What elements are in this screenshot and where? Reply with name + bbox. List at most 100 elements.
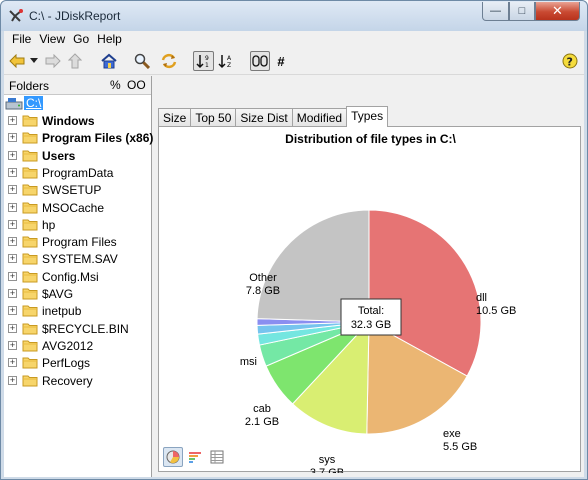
slice-name-label: sys [319,454,336,466]
tree-folder-item[interactable]: + SWSETUP [4,181,151,198]
up-button[interactable] [65,51,85,71]
expand-icon[interactable]: + [8,185,17,195]
back-history-dropdown[interactable] [27,51,41,71]
menu-file[interactable]: File [8,31,35,48]
expand-icon[interactable]: + [8,116,17,125]
tab-top-50[interactable]: Top 50 [190,108,237,127]
tree-folder-item[interactable]: + Recovery [4,372,151,389]
slice-size-label: 3.7 GB [310,467,344,473]
table-view-button[interactable] [207,447,227,467]
folder-icon [22,323,38,335]
close-button[interactable]: ✕ [535,2,580,21]
folder-icon [22,219,38,231]
sort-by-name-toggle[interactable]: AZ [216,51,236,71]
file-count-toggle[interactable]: # [274,51,288,71]
tree-folder-item[interactable]: + hp [4,216,151,233]
refresh-button[interactable] [159,51,179,71]
home-icon [101,53,117,69]
size-units-toggle[interactable] [250,51,270,71]
forward-button[interactable] [43,51,63,71]
search-button[interactable] [132,51,152,71]
forward-arrow-icon [45,54,61,68]
tab-size-dist[interactable]: Size Dist [235,108,293,127]
tree-folder-item[interactable]: + ProgramData [4,164,151,181]
tab-modified[interactable]: Modified [291,108,348,127]
dropdown-arrow-icon [30,58,38,63]
minimize-button[interactable]: — [482,2,509,21]
pie-chart: dll10.5 GB exe5.5 GB sys3.7 GB cab2.1 GB msi… [240,209,516,473]
menu-view[interactable]: View [35,31,69,48]
expand-icon[interactable]: + [8,340,17,350]
tree-folder-item[interactable]: + Windows [4,112,151,129]
slice-name-label: exe [443,428,461,440]
tree-folder-item[interactable]: + SYSTEM.SAV [4,250,151,267]
bar-view-icon [189,452,201,463]
sort-by-size-toggle[interactable]: 91 [193,51,214,71]
expand-icon[interactable]: + [8,375,17,385]
slice-size-label: 5.5 GB [443,441,477,453]
expand-icon[interactable]: + [8,306,17,316]
expand-icon[interactable]: + [8,133,17,143]
tree-folder-label: PerfLogs [42,356,91,371]
home-button[interactable] [99,51,119,71]
drive-icon [5,98,23,110]
percent-toggle[interactable]: % [110,78,121,92]
tree-folder-item[interactable]: + $AVG [4,285,151,302]
tree-root-label: C:\ [24,96,44,110]
help-button[interactable]: ? [560,51,580,71]
refresh-icon [161,53,177,69]
folder-icon [22,271,38,283]
folder-icon [22,184,38,196]
tree-folder-item[interactable]: + Program Files [4,233,151,250]
size-toggle[interactable]: OO [127,78,146,92]
tree-folder-label: AVG2012 [42,338,94,353]
expand-icon[interactable]: + [8,254,17,264]
tree-folder-label: Config.Msi [42,269,99,284]
tab-types[interactable]: Types [346,106,389,127]
tree-root[interactable]: C:\ [4,95,151,112]
back-button[interactable] [7,51,27,71]
tree-folder-item[interactable]: + PerfLogs [4,354,151,371]
expand-icon[interactable]: + [8,271,17,281]
back-arrow-icon [9,54,25,68]
tree-folder-item[interactable]: + $RECYCLE.BIN [4,320,151,337]
slice-name-label: msi [240,356,257,368]
expand-icon[interactable]: + [8,219,17,229]
tab-size[interactable]: Size [158,108,192,127]
folders-pane: Folders % OO C:\ + Windows + Program Files … [4,76,154,477]
expand-icon[interactable]: + [8,237,17,247]
tree-folder-item[interactable]: + Config.Msi [4,268,151,285]
expand-icon[interactable]: + [8,289,17,298]
menu-go[interactable]: Go [69,31,93,48]
expand-icon[interactable]: + [8,323,17,333]
tree-folder-label: Users [42,148,76,163]
tree-folder-label: Program Files (x86) [42,131,154,146]
slice-name-label: cab [253,403,271,415]
tree-folder-item[interactable]: + Users [4,147,151,164]
size-units-icon [252,55,268,67]
tree-folder-label: Program Files [42,235,117,250]
tree-folder-item[interactable]: + AVG2012 [4,337,151,354]
folder-icon [22,253,38,265]
pie-view-button[interactable] [163,447,183,467]
maximize-button[interactable]: □ [509,2,535,21]
expand-icon[interactable]: + [8,202,17,212]
chart-panel: Distribution of file types in C:\ dll 10.… [158,126,581,473]
app-window: C:\ - JDiskReport — □ ✕ File View Go Hel… [0,0,588,480]
slice-name-label: Other [249,272,277,284]
folder-icon [22,305,38,317]
expand-icon[interactable]: + [8,358,17,368]
expand-icon[interactable]: + [8,150,17,160]
menu-help[interactable]: Help [93,31,126,48]
bar-view-button[interactable] [185,447,205,467]
folders-header: Folders % OO [4,76,151,95]
tree-folder-item[interactable]: + MSOCache [4,199,151,216]
up-arrow-icon [68,53,82,69]
tree-folder-item[interactable]: + Program Files (x86) [4,129,154,146]
folder-icon [22,115,38,127]
folder-icon [22,340,38,352]
expand-icon[interactable]: + [8,167,17,177]
tree-folder-item[interactable]: + inetpub [4,302,151,319]
title-bar[interactable]: C:\ - JDiskReport — □ ✕ [1,1,587,31]
slice-size-label: 10.5 GB [476,305,516,317]
